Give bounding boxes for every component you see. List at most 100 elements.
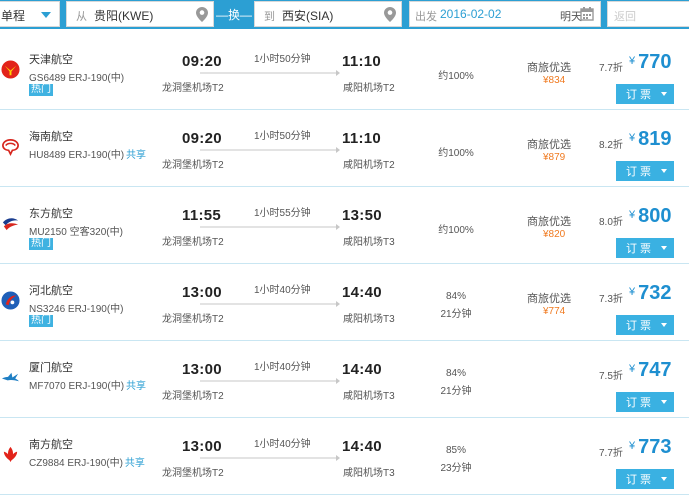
arrival-time: 14:40 (342, 361, 382, 378)
location-pin-icon (384, 7, 396, 22)
arrival-airport: 咸阳机场T2 (343, 160, 395, 171)
on-time-rate: 约100% (438, 71, 474, 82)
to-prefix: 到 (264, 11, 275, 23)
duration-line (200, 301, 340, 307)
promo-price: ¥820 (543, 229, 566, 240)
china-southern-logo (3, 446, 18, 463)
promo-price: ¥774 (543, 306, 566, 317)
departure-time: 13:00 (182, 361, 222, 378)
flight-number: NS3246 ERJ-190(中) (29, 304, 124, 315)
flight-row: 厦门航空 MF7070 ERJ-190(中) 共享 13:00 1小时40分钟 1… (0, 341, 689, 418)
flight-number: MU2150 空客320(中) (29, 227, 123, 238)
flight-row: 河北航空 NS3246 ERJ-190(中) 热门 13:00 1小时40分钟 … (0, 264, 689, 341)
trip-type-value: 单程 (1, 9, 26, 23)
arrival-airport: 咸阳机场T3 (343, 237, 395, 248)
ticket-price: ¥819 (629, 128, 672, 150)
tianjin-airlines-logo (1, 60, 20, 79)
to-city-input[interactable]: 到 西安(SIA) (254, 1, 402, 27)
departure-time: 09:20 (182, 130, 222, 147)
on-time-rate: 85% 23分钟 (426, 445, 486, 474)
flight-duration: 1小时40分钟 (254, 362, 311, 373)
average-delay: 21分钟 (440, 386, 472, 397)
arrival-time: 13:50 (342, 207, 382, 224)
flight-duration: 1小时40分钟 (254, 439, 311, 450)
duration-line (200, 224, 340, 230)
return-placeholder: 返回 (614, 11, 636, 23)
ticket-price: ¥747 (629, 359, 672, 381)
discount-label: 7.7折 (599, 448, 623, 459)
book-ticket-button[interactable]: 订 票 (616, 469, 674, 489)
flight-duration: 1小时55分钟 (254, 208, 311, 219)
book-ticket-button[interactable]: 订 票 (616, 238, 674, 258)
chevron-down-icon (661, 477, 667, 481)
airline-name: 河北航空 (29, 285, 73, 297)
from-prefix: 从 (76, 11, 87, 23)
departure-time: 11:55 (182, 207, 222, 224)
hot-badge: 热门 (29, 84, 53, 96)
from-city-input[interactable]: 从 贵阳(KWE) (66, 1, 214, 27)
duration-line (200, 455, 340, 461)
airline-name: 南方航空 (29, 439, 73, 451)
flight-duration: 1小时50分钟 (254, 131, 311, 142)
chevron-down-icon (661, 246, 667, 250)
discount-label: 8.0折 (599, 217, 623, 228)
promo-price: ¥879 (543, 152, 566, 163)
promo-label: 商旅优选 (527, 62, 571, 74)
date-hint: 明天 (560, 11, 582, 23)
departure-airport: 龙洞堡机场T2 (162, 160, 224, 171)
flight-row: 南方航空 CZ9884 ERJ-190(中) 共享 13:00 1小时40分钟 1… (0, 418, 689, 495)
flight-row: 天津航空 GS6489 ERJ-190(中) 热门 09:20 1小时50分钟 … (0, 33, 689, 110)
promo-label: 商旅优选 (527, 293, 571, 305)
average-delay: 21分钟 (440, 309, 472, 320)
promo-price: ¥834 (543, 75, 566, 86)
airline-name: 海南航空 (29, 131, 73, 143)
codeshare-label: 共享 (124, 458, 145, 469)
book-ticket-button[interactable]: 订 票 (616, 315, 674, 335)
departure-date-input[interactable]: 出发 2016-02-02 明天 (409, 1, 601, 27)
departure-airport: 龙洞堡机场T2 (162, 391, 224, 402)
arrival-airport: 咸阳机场T2 (343, 83, 395, 94)
calendar-icon (580, 7, 594, 21)
discount-label: 8.2折 (599, 140, 623, 151)
ticket-price: ¥773 (629, 436, 672, 458)
arrival-time: 11:10 (342, 130, 382, 147)
chevron-down-icon (661, 323, 667, 327)
from-city-value: 贵阳(KWE) (94, 9, 154, 23)
search-bar: 单程 从 贵阳(KWE) —换— 到 西安(SIA) 出发 2016-02-02… (0, 0, 689, 29)
ticket-price: ¥800 (629, 205, 672, 227)
ticket-price: ¥732 (629, 282, 672, 304)
flight-number: CZ9884 ERJ-190(中) 共享 (29, 458, 145, 469)
departure-airport: 龙洞堡机场T2 (162, 83, 224, 94)
chevron-down-icon (661, 400, 667, 404)
flight-row: 东方航空 MU2150 空客320(中) 热门 11:55 1小时55分钟 13… (0, 187, 689, 264)
arrival-airport: 咸阳机场T3 (343, 391, 395, 402)
flight-number: HU8489 ERJ-190(中) 共享 (29, 150, 147, 161)
arrival-airport: 咸阳机场T3 (343, 468, 395, 479)
promo-label: 商旅优选 (527, 139, 571, 151)
hainan-airlines-logo (2, 138, 19, 156)
book-ticket-button[interactable]: 订 票 (616, 392, 674, 412)
airline-name: 东方航空 (29, 208, 73, 220)
return-date-input[interactable]: 返回 (607, 1, 689, 27)
arrival-airport: 咸阳机场T3 (343, 314, 395, 325)
trip-type-select[interactable]: 单程 (0, 1, 60, 27)
flight-row: 海南航空 HU8489 ERJ-190(中) 共享 09:20 1小时50分钟 1… (0, 110, 689, 187)
to-city-value: 西安(SIA) (282, 9, 334, 23)
china-eastern-logo (2, 218, 19, 231)
chevron-down-icon (661, 92, 667, 96)
on-time-rate: 84% 21分钟 (426, 291, 486, 320)
arrival-time: 11:10 (342, 53, 382, 70)
promo-label: 商旅优选 (527, 216, 571, 228)
on-time-rate: 84% 21分钟 (426, 368, 486, 397)
average-delay: 23分钟 (440, 463, 472, 474)
duration-line (200, 147, 340, 153)
ticket-price: ¥770 (629, 51, 672, 73)
departure-time: 13:00 (182, 284, 222, 301)
book-ticket-button[interactable]: 订 票 (616, 84, 674, 104)
hot-badge: 热门 (29, 238, 53, 250)
airline-name: 天津航空 (29, 54, 73, 66)
book-ticket-button[interactable]: 订 票 (616, 161, 674, 181)
flight-duration: 1小时50分钟 (254, 54, 311, 65)
departure-time: 13:00 (182, 438, 222, 455)
swap-cities-button[interactable]: —换— (214, 6, 254, 22)
